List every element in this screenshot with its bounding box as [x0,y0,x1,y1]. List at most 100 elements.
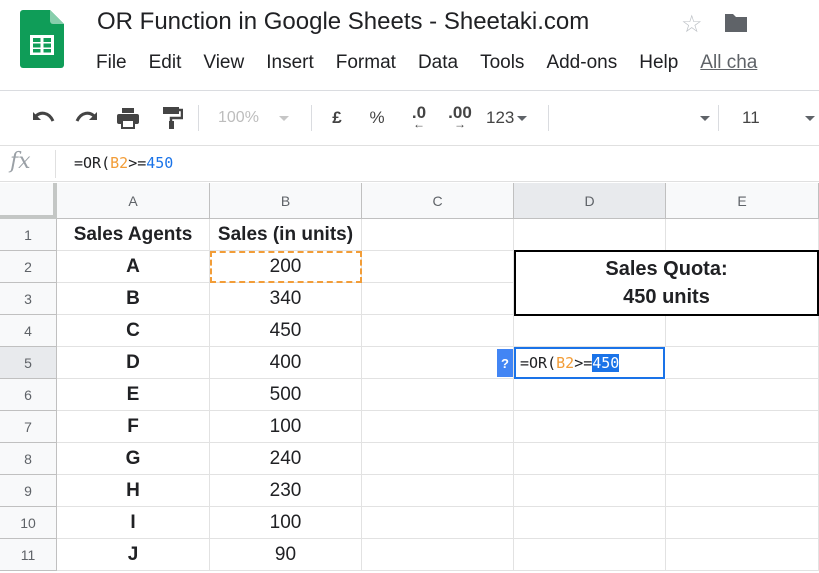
chevron-down-icon [804,115,815,121]
cell-b1[interactable]: Sales (in units) [210,219,362,251]
cell-e8[interactable] [666,443,819,475]
toolbar-separator [718,105,719,131]
cell-c9[interactable] [362,475,514,507]
cell-a4[interactable]: C [57,315,210,347]
cell-c10[interactable] [362,507,514,539]
cell-b8[interactable]: 240 [210,443,362,475]
cell-a9[interactable]: H [57,475,210,507]
menu-data[interactable]: Data [418,52,458,76]
cell-d5-editor[interactable]: =OR(B2 >= 450 [514,347,665,379]
cell-b3[interactable]: 340 [210,283,362,315]
cell-d6[interactable] [514,379,666,411]
cell-d4[interactable] [514,315,666,347]
folder-icon[interactable] [723,12,749,34]
row-header-9[interactable]: 9 [0,475,57,507]
row-header-8[interactable]: 8 [0,443,57,475]
cell-c2[interactable] [362,251,514,283]
row-header-10[interactable]: 10 [0,507,57,539]
row-header-2[interactable]: 2 [0,251,57,283]
column-header-e[interactable]: E [666,183,819,219]
menu-view[interactable]: View [203,52,244,76]
print-icon[interactable] [114,103,142,133]
row-header-7[interactable]: 7 [0,411,57,443]
cell-b11[interactable]: 90 [210,539,362,571]
increase-decimal-button[interactable]: .00 → [444,103,476,133]
cell-c11[interactable] [362,539,514,571]
cell-e1[interactable] [666,219,819,251]
formula-input[interactable]: =OR(B2>=450 [74,154,173,172]
cell-d10[interactable] [514,507,666,539]
google-sheets-logo[interactable] [20,10,64,68]
cell-d7[interactable] [514,411,666,443]
document-title[interactable]: OR Function in Google Sheets - Sheetaki.… [97,8,589,36]
all-changes-saved-link[interactable]: All cha [700,52,757,76]
column-header-c[interactable]: C [362,183,514,219]
cell-b5[interactable]: 400 [210,347,362,379]
fx-icon: fx [10,149,31,174]
cell-a5[interactable]: D [57,347,210,379]
column-header-b[interactable]: B [210,183,362,219]
row-header-11[interactable]: 11 [0,539,57,571]
cell-d9[interactable] [514,475,666,507]
cell-b7[interactable]: 100 [210,411,362,443]
row-header-6[interactable]: 6 [0,379,57,411]
zoom-select[interactable]: 100% [218,103,300,133]
cell-a10[interactable]: I [57,507,210,539]
cell-b2[interactable]: 200 [210,251,362,283]
menu-insert[interactable]: Insert [266,52,314,76]
menu-format[interactable]: Format [336,52,396,76]
cell-a7[interactable]: F [57,411,210,443]
cell-c7[interactable] [362,411,514,443]
menu-tools[interactable]: Tools [480,52,524,76]
font-family-select[interactable] [560,103,710,133]
cell-c6[interactable] [362,379,514,411]
menu-add-ons[interactable]: Add-ons [546,52,617,76]
more-formats-button[interactable]: 123 [486,103,536,133]
cell-e4[interactable] [666,315,819,347]
cell-e7[interactable] [666,411,819,443]
row-header-4[interactable]: 4 [0,315,57,347]
formula-help-button[interactable]: ? [497,349,513,377]
cell-a11[interactable]: J [57,539,210,571]
cell-c3[interactable] [362,283,514,315]
cell-d11[interactable] [514,539,666,571]
select-all-corner[interactable] [0,183,57,219]
menu-help[interactable]: Help [639,52,678,76]
cell-d8[interactable] [514,443,666,475]
decrease-decimal-button[interactable]: .0 ← [404,103,434,133]
cell-e11[interactable] [666,539,819,571]
cell-a6[interactable]: E [57,379,210,411]
redo-icon[interactable] [72,103,102,133]
star-icon[interactable]: ☆ [681,10,703,39]
cell-e9[interactable] [666,475,819,507]
font-size-select[interactable]: 11 [730,103,819,133]
sales-quota-box[interactable]: Sales Quota: 450 units [514,250,819,316]
cell-c1[interactable] [362,219,514,251]
column-header-d[interactable]: D [514,183,666,219]
row-header-5[interactable]: 5 [0,347,57,379]
cell-a8[interactable]: G [57,443,210,475]
cell-b6[interactable]: 500 [210,379,362,411]
format-currency-button[interactable]: £ [326,103,348,133]
column-header-a[interactable]: A [57,183,210,219]
undo-icon[interactable] [28,103,58,133]
cell-e10[interactable] [666,507,819,539]
cell-c8[interactable] [362,443,514,475]
cell-b10[interactable]: 100 [210,507,362,539]
cell-b4[interactable]: 450 [210,315,362,347]
row-header-1[interactable]: 1 [0,219,57,251]
cell-e5[interactable] [666,347,819,379]
paint-format-icon[interactable] [158,103,186,133]
format-percent-button[interactable]: % [366,103,388,133]
menu-file[interactable]: File [96,52,127,76]
cell-b9[interactable]: 230 [210,475,362,507]
cell-c5[interactable] [362,347,514,379]
cell-a2[interactable]: A [57,251,210,283]
row-header-3[interactable]: 3 [0,283,57,315]
cell-d1[interactable] [514,219,666,251]
cell-a1[interactable]: Sales Agents [57,219,210,251]
menu-edit[interactable]: Edit [149,52,182,76]
cell-a3[interactable]: B [57,283,210,315]
cell-c4[interactable] [362,315,514,347]
cell-e6[interactable] [666,379,819,411]
